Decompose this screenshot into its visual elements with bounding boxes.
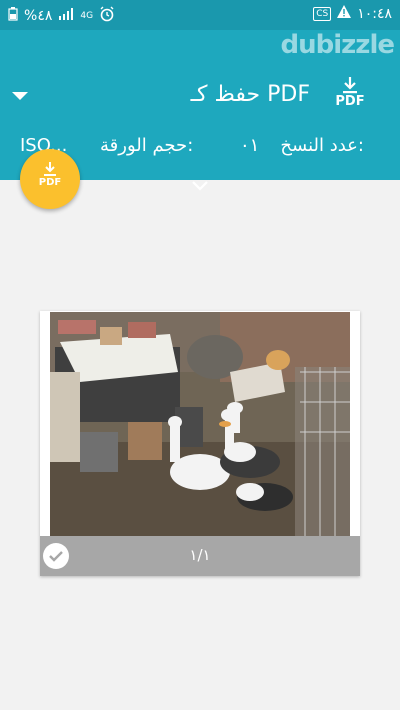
page-preview-card[interactable]: ١/١ <box>40 311 360 576</box>
paper-size-label: حجم الورقة: <box>100 135 194 156</box>
save-pdf-button[interactable]: PDF <box>332 76 368 109</box>
clock: ١٠:٤٨ <box>357 5 392 22</box>
page-counter: ١/١ <box>189 546 211 564</box>
battery-icon <box>8 7 18 25</box>
preview-footer: ١/١ <box>40 536 360 576</box>
battery-percent: %٤٨ <box>24 8 53 24</box>
warning-icon <box>337 5 352 22</box>
save-pdf-label: PDF <box>335 94 365 109</box>
printer-dropdown-icon[interactable] <box>12 92 28 100</box>
save-pdf-fab[interactable]: PDF <box>20 149 80 209</box>
chevron-down-icon[interactable] <box>191 180 209 192</box>
alarm-icon <box>99 6 115 26</box>
cs-badge: CS <box>313 6 332 21</box>
download-icon <box>44 162 56 176</box>
page-title[interactable]: حفظ كـ PDF <box>191 82 310 107</box>
copies-value[interactable]: ٠١ <box>240 135 259 156</box>
network-type: 4G <box>80 11 94 21</box>
copies-label: عدد النسخ: <box>280 135 364 156</box>
fab-label: PDF <box>38 177 62 188</box>
watermark-logo: dubizzle <box>280 30 395 60</box>
download-icon <box>343 77 357 94</box>
signal-icon <box>58 8 74 24</box>
status-right: CS ١٠:٤٨ <box>313 5 392 22</box>
status-bar: %٤٨ 4G CS ١٠:٤٨ <box>0 0 400 30</box>
status-left: %٤٨ 4G <box>8 6 115 26</box>
preview-image <box>50 312 350 536</box>
